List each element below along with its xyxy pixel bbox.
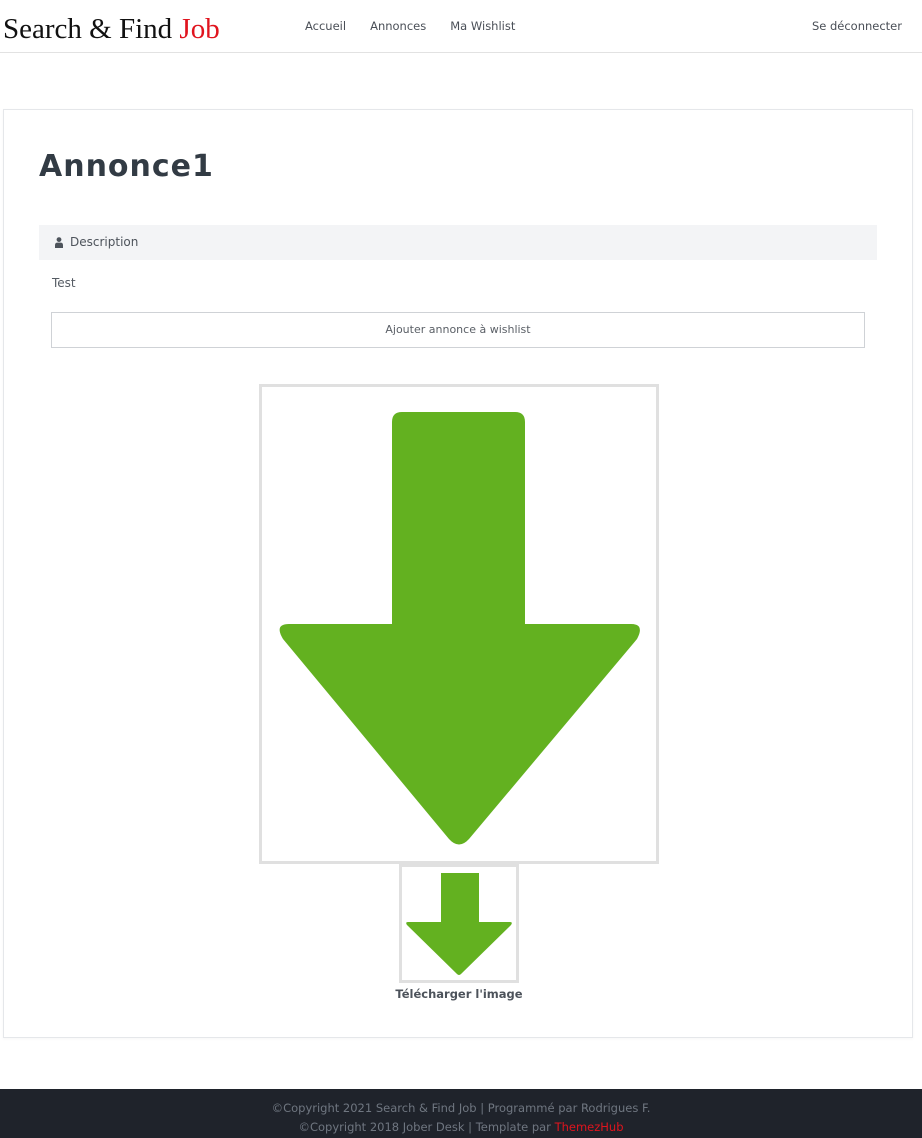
footer-line2-text: ©Copyright 2018 Jober Desk | Template pa… bbox=[298, 1120, 555, 1134]
footer-copyright-line2: ©Copyright 2018 Jober Desk | Template pa… bbox=[0, 1119, 922, 1135]
logout-link[interactable]: Se déconnecter bbox=[812, 18, 902, 34]
down-arrow-thumbnail-icon bbox=[406, 873, 512, 975]
down-arrow-icon bbox=[279, 412, 640, 845]
nav-link-accueil[interactable]: Accueil bbox=[305, 18, 346, 34]
nav-link-wishlist[interactable]: Ma Wishlist bbox=[450, 18, 515, 34]
annonce-image-preview bbox=[259, 384, 659, 864]
themezhub-link[interactable]: ThemezHub bbox=[555, 1120, 624, 1134]
annonce-image-thumbnail[interactable] bbox=[399, 864, 519, 983]
user-icon bbox=[55, 237, 63, 248]
description-label: Description bbox=[70, 235, 139, 249]
nav-link-annonces[interactable]: Annonces bbox=[370, 18, 426, 34]
footer: ©Copyright 2021 Search & Find Job | Prog… bbox=[0, 1089, 922, 1138]
brand-logo[interactable]: Search & Find Job bbox=[3, 11, 220, 47]
description-section-header: Description bbox=[39, 225, 877, 260]
nav-links: Accueil Annonces Ma Wishlist bbox=[305, 18, 539, 34]
annonce-card: Annonce1 Description Test Ajouter annonc… bbox=[3, 109, 913, 1038]
brand-main-text: Search & Find bbox=[3, 13, 180, 45]
description-text: Test bbox=[52, 276, 76, 290]
footer-copyright-line1: ©Copyright 2021 Search & Find Job | Prog… bbox=[271, 1101, 651, 1115]
download-image-link[interactable]: Télécharger l'image bbox=[4, 986, 914, 1002]
annonce-title: Annonce1 bbox=[39, 149, 214, 184]
top-navbar: Search & Find Job Accueil Annonces Ma Wi… bbox=[0, 0, 922, 53]
add-to-wishlist-button[interactable]: Ajouter annonce à wishlist bbox=[51, 312, 865, 348]
brand-accent-text: Job bbox=[179, 13, 220, 45]
